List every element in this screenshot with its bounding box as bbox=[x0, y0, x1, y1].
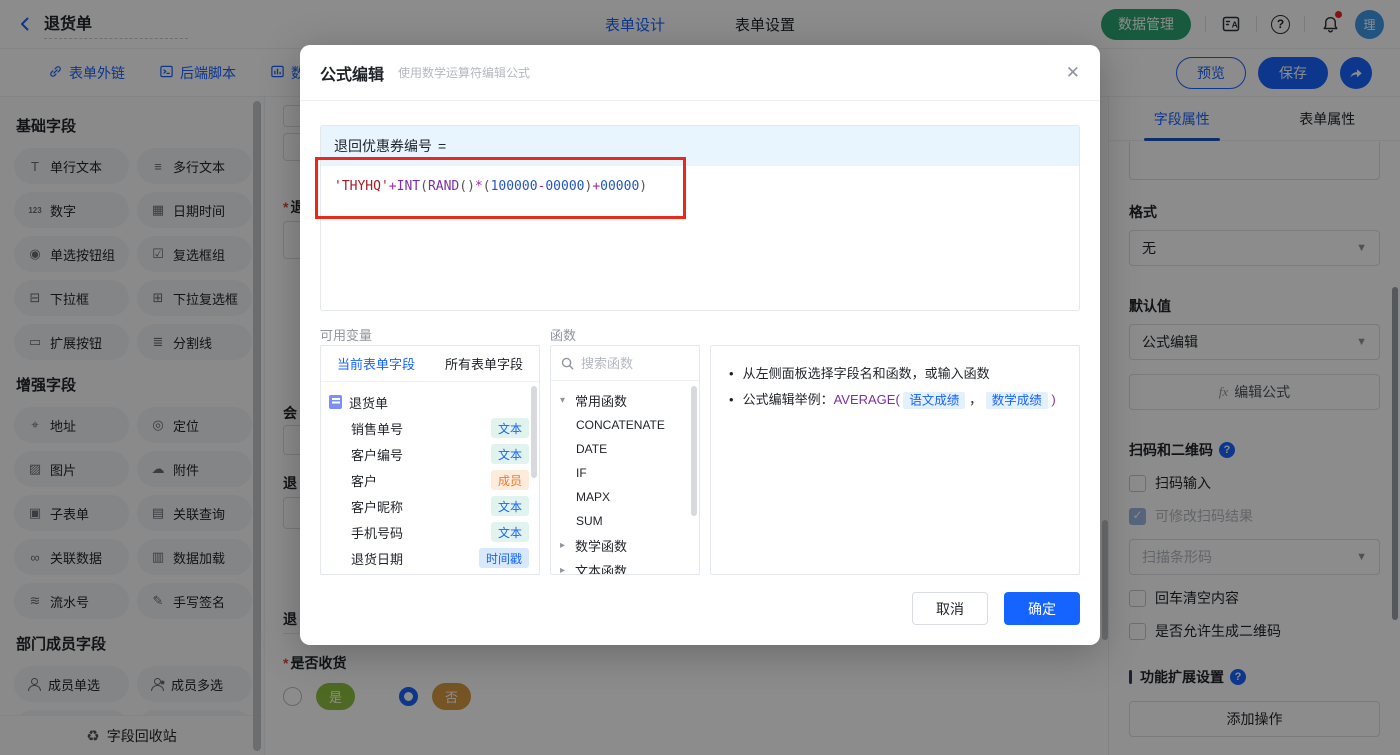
chevron-right-icon: ▸ bbox=[560, 540, 566, 551]
variable-row-5[interactable]: 退货日期 时间戳 bbox=[329, 545, 531, 571]
formula-token: + bbox=[388, 179, 397, 194]
function-group-label: 文本函数 bbox=[575, 564, 628, 575]
variable-type-badge: 文本 bbox=[490, 444, 529, 464]
variable-name: 退货日期 bbox=[351, 551, 404, 567]
variable-row-4[interactable]: 手机号码 文本 bbox=[329, 519, 531, 545]
function-group-label: 常用函数 bbox=[575, 394, 628, 409]
variable-name: 手机号码 bbox=[351, 525, 404, 541]
function-group-0[interactable]: ▾ 常用函数 bbox=[551, 388, 699, 413]
formula-token: + bbox=[592, 179, 601, 194]
variable-row-0[interactable]: 销售单号 文本 bbox=[329, 415, 531, 441]
modal-header: 公式编辑 使用数学运算符编辑公式 ✕ bbox=[300, 45, 1100, 101]
close-icon[interactable]: ✕ bbox=[1066, 63, 1080, 83]
variable-row-3[interactable]: 客户昵称 文本 bbox=[329, 493, 531, 519]
confirm-button[interactable]: 确定 bbox=[1004, 592, 1080, 625]
bullet: • bbox=[729, 366, 734, 381]
cancel-button[interactable]: 取消 bbox=[912, 592, 988, 625]
tip-text: 从左侧面板选择字段名和函数，或输入函数 bbox=[742, 366, 990, 381]
functions-scrollbar[interactable] bbox=[691, 386, 697, 516]
formula-token: 00000 bbox=[600, 179, 640, 194]
function-group-1[interactable]: ▸ 数学函数 bbox=[551, 533, 699, 558]
variable-name: 销售单号 bbox=[351, 421, 404, 437]
example-close-paren: ) bbox=[1051, 392, 1056, 407]
formula-token: 00000 bbox=[545, 179, 585, 194]
variable-type-badge: 时间戳 bbox=[478, 548, 529, 568]
chevron-right-icon: ▸ bbox=[560, 565, 566, 575]
tab-all-form-fields[interactable]: 所有表单字段 bbox=[445, 354, 523, 373]
example-field-chip: 数学成绩 bbox=[985, 391, 1048, 409]
formula-token: ) bbox=[467, 179, 475, 194]
example-field-chip: 语文成绩 bbox=[903, 391, 966, 409]
modal-subtitle: 使用数学运算符编辑公式 bbox=[398, 66, 531, 80]
function-item-if[interactable]: IF bbox=[551, 461, 699, 485]
formula-editor[interactable]: 退回优惠券编号 = 'THYHQ'+INT(RAND()*(100000-000… bbox=[320, 125, 1080, 311]
tab-current-form-fields[interactable]: 当前表单字段 bbox=[337, 354, 415, 373]
variables-label: 可用变量 bbox=[320, 328, 373, 343]
tip-example: 公式编辑举例：AVERAGE( 语文成绩 ， 数学成绩 ) bbox=[743, 387, 1056, 413]
form-doc-icon bbox=[329, 395, 342, 409]
formula-token: * bbox=[474, 179, 483, 194]
equals-sign: = bbox=[438, 138, 447, 154]
variable-name: 客户编号 bbox=[351, 447, 404, 463]
formula-token: 100000 bbox=[490, 179, 538, 194]
form-designer-app: 退货单 表单设计 表单设置 数据管理 A ? 理 表单外链后端脚本数据权限 预览 bbox=[0, 0, 1400, 755]
formula-token: ) bbox=[639, 179, 648, 194]
tree-root-label: 退货单 bbox=[349, 395, 389, 411]
formula-edit-modal: 公式编辑 使用数学运算符编辑公式 ✕ 退回优惠券编号 = 'THYHQ'+INT… bbox=[300, 45, 1100, 645]
formula-token: ( bbox=[420, 179, 428, 194]
variables-panel: 当前表单字段 所有表单字段 退货单 销售单号 文本 客户编号 文本 客户 成员 客户昵称 文本… bbox=[320, 345, 540, 575]
formula-token: INT bbox=[396, 179, 421, 194]
formula-target-bar: 退回优惠券编号 = bbox=[321, 126, 1079, 166]
functions-label: 函数 bbox=[550, 328, 577, 343]
function-search-input[interactable] bbox=[581, 355, 681, 371]
function-item-concatenate[interactable]: CONCATENATE bbox=[551, 413, 699, 437]
formula-help-panel: • 从左侧面板选择字段名和函数，或输入函数 • 公式编辑举例：AVERAGE( … bbox=[710, 345, 1080, 575]
variable-type-badge: 文本 bbox=[490, 522, 529, 542]
bullet: • bbox=[729, 392, 734, 407]
modal-title: 公式编辑 bbox=[320, 66, 385, 84]
function-group-label: 数学函数 bbox=[575, 539, 628, 554]
example-prefix: 公式编辑举例： bbox=[742, 392, 834, 407]
function-item-sum[interactable]: SUM bbox=[551, 509, 699, 533]
formula-token: RAND bbox=[427, 179, 460, 194]
chevron-down-icon: ▾ bbox=[560, 395, 566, 406]
tree-root-row[interactable]: 退货单 bbox=[329, 389, 531, 415]
variables-scrollbar[interactable] bbox=[531, 386, 537, 478]
function-group-2[interactable]: ▸ 文本函数 bbox=[551, 558, 699, 575]
variables-list: 退货单 销售单号 文本 客户编号 文本 客户 成员 客户昵称 文本 手机号码 文本 退货日期 时间戳 bbox=[321, 382, 539, 574]
functions-list: ▾ 常用函数 CONCATENATE DATE IF MAPX SUM ▸ 数学函数 ▸ 文本函数 bbox=[551, 381, 699, 575]
formula-token: ( bbox=[482, 179, 491, 194]
modal-footer: 取消 确定 bbox=[912, 592, 1080, 625]
function-search[interactable] bbox=[551, 346, 699, 381]
variable-name: 客户 bbox=[351, 473, 378, 489]
example-comma: ， bbox=[969, 392, 983, 407]
formula-expression[interactable]: 'THYHQ'+INT(RAND()*(100000-00000)+00000) bbox=[321, 166, 1079, 207]
variable-row-2[interactable]: 客户 成员 bbox=[329, 467, 531, 493]
function-item-date[interactable]: DATE bbox=[551, 437, 699, 461]
variables-tabs: 当前表单字段 所有表单字段 bbox=[321, 346, 539, 382]
variable-row-1[interactable]: 客户编号 文本 bbox=[329, 441, 531, 467]
formula-token: 'THYHQ' bbox=[334, 179, 389, 194]
tip-line: • 从左侧面板选择字段名和函数，或输入函数 bbox=[729, 361, 1061, 387]
formula-token: ( bbox=[459, 179, 468, 194]
variable-type-badge: 成员 bbox=[490, 470, 529, 490]
variable-type-badge: 文本 bbox=[490, 418, 529, 438]
variable-type-badge: 文本 bbox=[490, 496, 529, 516]
functions-panel: ▾ 常用函数 CONCATENATEDATEIFMAPXSUM ▸ 数学函数 ▸ 文本函数 bbox=[550, 345, 700, 575]
search-icon bbox=[561, 357, 574, 369]
formula-target-field: 退回优惠券编号 bbox=[334, 138, 432, 154]
example-function: AVERAGE( bbox=[833, 392, 900, 407]
variable-name: 客户昵称 bbox=[351, 499, 404, 515]
tip-example-line: • 公式编辑举例：AVERAGE( 语文成绩 ， 数学成绩 ) bbox=[729, 387, 1061, 413]
function-item-mapx[interactable]: MAPX bbox=[551, 485, 699, 509]
